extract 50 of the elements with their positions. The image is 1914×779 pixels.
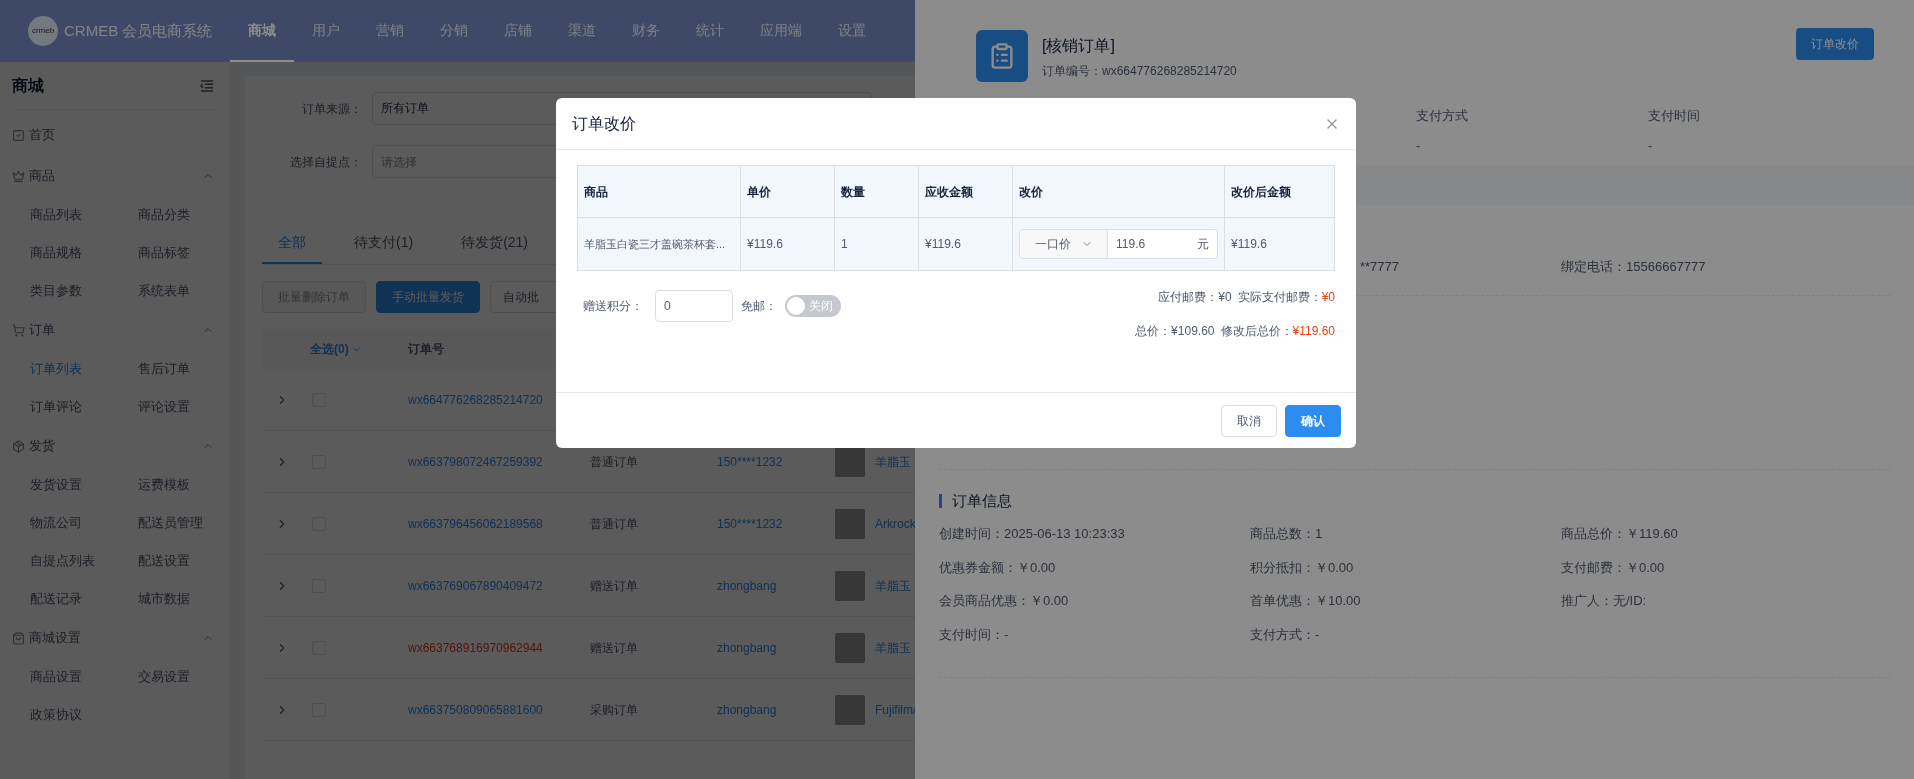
order-number: 订单编号：wx664776268285214720 (1042, 63, 1238, 80)
user-name: zhongbang (717, 639, 778, 657)
user-name: 150****1232 (717, 453, 784, 471)
section-title: 订单信息 (952, 490, 1012, 511)
table-header: 商品 (584, 183, 608, 201)
table-cell-text: 1 (841, 236, 848, 253)
total-amount: 修改后总价：¥119.60 (1220, 323, 1335, 340)
logo-icon: crmeb (28, 16, 58, 46)
order-info-field: 推广人：无/ID: (1561, 591, 1872, 611)
total-amount: 应付邮费：¥0 (1158, 289, 1232, 306)
order-info-field: 商品总数：1 (1250, 524, 1561, 544)
user-name: zhongbang (717, 577, 778, 595)
table-header: 数量 (841, 183, 865, 201)
order-type: 普通订单 (590, 453, 639, 471)
user-name: zhongbang (717, 701, 778, 719)
table-cell-text: 羊脂玉白瓷三才盖碗茶杯套... (584, 236, 726, 252)
summary-label: 支付时间 (1648, 107, 1701, 125)
total-amount: 实际支付邮费：¥0 (1237, 289, 1335, 306)
order-title: [核销订单] (1042, 36, 1116, 56)
table-cell-text: ¥119.6 (1231, 236, 1267, 253)
column-header: 订单号 (408, 341, 444, 358)
table-cell-text: ¥119.6 (925, 236, 961, 253)
order-info-field: 优惠券金额：￥0.00 (939, 557, 1250, 577)
user-name: 150****1232 (717, 515, 784, 533)
user-phone: **7777 (1360, 258, 1401, 276)
order-info-field: 支付方式：- (1250, 624, 1561, 644)
order-type: 普通订单 (590, 515, 639, 533)
order-info-field: 支付邮费：￥0.00 (1561, 557, 1872, 577)
summary-label: 支付方式 (1416, 107, 1469, 125)
order-info-field: 首单优惠：￥10.00 (1250, 591, 1561, 611)
table-header: 应收金额 (925, 183, 973, 201)
order-info-field: 商品总价：￥119.60 (1561, 524, 1872, 544)
bound-phone: 绑定电话：15566667777 (1561, 258, 1707, 276)
order-info-field: 创建时间：2025-06-13 10:23:33 (939, 524, 1250, 544)
brand-name: CRMEB 会员电商系统 (64, 20, 213, 41)
dialog-title: 订单改价 (572, 113, 636, 134)
table-header: 改价后金额 (1231, 183, 1291, 201)
total-amount: 总价：¥109.60 (1135, 323, 1215, 340)
table-cell-text: ¥119.6 (747, 236, 783, 253)
summary-value: - (1648, 136, 1654, 155)
summary-value: - (1416, 136, 1422, 155)
filter-label: 选择自提点： (289, 153, 362, 171)
table-header: 单价 (747, 183, 771, 201)
order-info-field: 支付时间：- (939, 624, 1250, 644)
order-info-field: 会员商品优惠：￥0.00 (939, 591, 1250, 611)
table-header: 改价 (1019, 183, 1043, 201)
sidebar-title: 商城 (12, 75, 44, 96)
order-info-field: 积分抵扣：￥0.00 (1250, 557, 1561, 577)
free-shipping-label: 免邮： (741, 298, 777, 315)
order-type: 采购订单 (590, 701, 639, 719)
